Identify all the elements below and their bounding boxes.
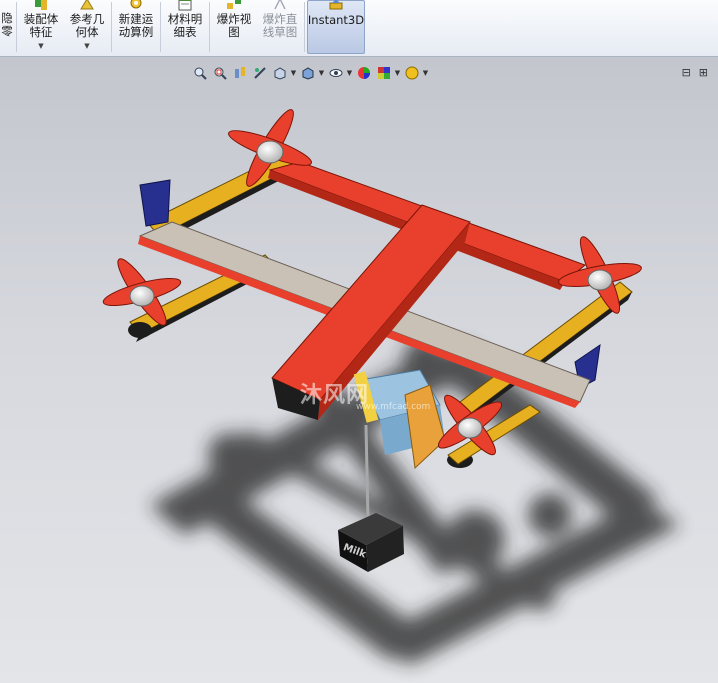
exploded-view-button[interactable]: 爆炸视 图: [212, 0, 256, 54]
milk-payload[interactable]: Milk: [338, 513, 404, 572]
viewport-window-controls: ⊟ ⊞: [682, 66, 708, 79]
ribbon-separator: [209, 2, 210, 52]
explode-line-label-2: 线草图: [262, 25, 298, 39]
section-view-button[interactable]: [250, 64, 269, 82]
chevron-down-icon[interactable]: ▼: [290, 64, 297, 82]
bill-of-materials-icon: [178, 0, 192, 11]
view-orientation-button[interactable]: [270, 64, 289, 82]
apply-scene-icon: [377, 67, 390, 79]
command-manager-ribbon: 隐 零 装配体 特征 ▼ 参考几 何体 ▼ 新建运 动算例 材料明 细表 爆炸视…: [0, 0, 718, 57]
chevron-down-icon[interactable]: ▼: [346, 64, 353, 82]
motion-study-icon: [130, 0, 142, 9]
previous-view-button[interactable]: [230, 64, 249, 82]
assembly-features-label-2: 特征: [29, 25, 53, 39]
edit-appearance-icon: [357, 67, 370, 79]
hide-show-items-button[interactable]: [326, 64, 345, 82]
model-scene[interactable]: Milk: [0, 57, 718, 683]
chevron-down-icon[interactable]: ▼: [38, 42, 43, 50]
bom-label-2: 细表: [173, 25, 197, 39]
zoom-to-fit-button[interactable]: [190, 64, 209, 82]
zoom-to-area-icon: [214, 67, 227, 80]
motion-study-label-2: 动算例: [118, 25, 154, 39]
reference-geometry-icon: [80, 0, 94, 10]
view-settings-button[interactable]: [402, 64, 421, 82]
exploded-view-icon: [227, 0, 241, 9]
apply-scene-button[interactable]: [374, 64, 393, 82]
view-orientation-icon: [274, 67, 285, 80]
previous-view-icon: [234, 67, 245, 78]
zoom-to-area-button[interactable]: [210, 64, 229, 82]
bill-of-materials-button[interactable]: 材料明 细表: [163, 0, 207, 54]
instant3d-button[interactable]: Instant3D: [307, 0, 365, 54]
exploded-view-label-2: 图: [228, 25, 240, 39]
chevron-down-icon[interactable]: ▼: [422, 64, 429, 82]
explode-line-sketch-icon: [274, 0, 286, 10]
chevron-down-icon[interactable]: ▼: [84, 42, 89, 50]
instant3d-icon: [329, 0, 343, 10]
reference-geometry-label-2: 何体: [75, 25, 99, 39]
heads-up-view-toolbar: ▼ ▼ ▼ ▼ ▼: [190, 64, 429, 82]
ribbon-separator: [16, 2, 17, 52]
hide-show-items-icon: [329, 69, 342, 77]
ribbon-separator: [111, 2, 112, 52]
edit-appearance-button[interactable]: [354, 64, 373, 82]
watermark-url: www.mfcad.com: [356, 402, 431, 412]
chevron-down-icon[interactable]: ▼: [318, 64, 325, 82]
explode-line-sketch-button[interactable]: 爆炸直 线草图: [258, 0, 302, 54]
instant3d-label: Instant3D: [307, 13, 365, 27]
chevron-down-icon[interactable]: ▼: [394, 64, 401, 82]
ribbon-partial-label-bottom: 零: [1, 24, 13, 38]
tile-viewport-icon[interactable]: ⊞: [699, 66, 708, 79]
view-settings-icon: [405, 66, 418, 80]
graphics-area[interactable]: Milk 沐风网 www.mfcad.com: [0, 57, 718, 683]
new-motion-study-button[interactable]: 新建运 动算例: [114, 0, 158, 54]
assembly-features-icon: [35, 0, 47, 10]
section-view-icon: [253, 67, 266, 79]
tether-cable: [364, 424, 370, 521]
ribbon-separator: [160, 2, 161, 52]
reference-geometry-button[interactable]: 参考几 何体 ▼: [66, 0, 108, 54]
restore-viewport-icon[interactable]: ⊟: [682, 66, 691, 79]
ribbon-button-hide-show[interactable]: 隐 零: [0, 0, 14, 54]
display-style-button[interactable]: [298, 64, 317, 82]
display-style-icon: [302, 67, 313, 80]
assembly-features-button[interactable]: 装配体 特征 ▼: [20, 0, 62, 54]
ribbon-separator: [304, 2, 305, 52]
zoom-to-fit-icon: [194, 67, 207, 80]
